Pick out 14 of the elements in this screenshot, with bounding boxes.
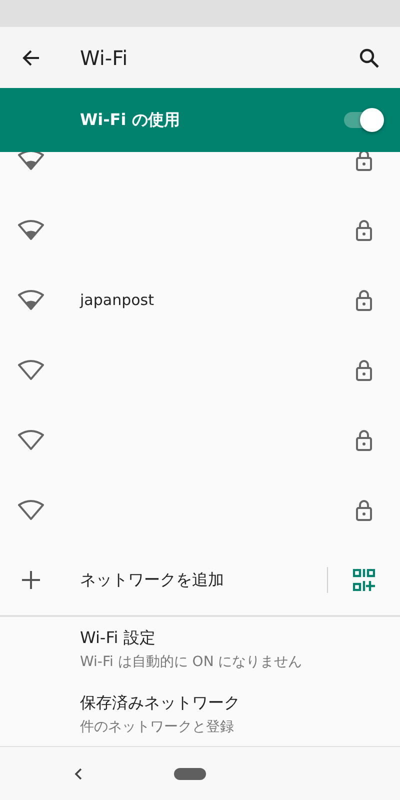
setting-subtitle: Wi-Fi は自動的に ON になりません (80, 653, 304, 671)
switch-label: Wi-Fi の使用 (80, 110, 181, 130)
qr-code-icon (353, 569, 375, 591)
add-network-label[interactable]: ネットワークを追加 (62, 570, 327, 590)
back-arrow-icon (22, 48, 40, 66)
setting-subtitle: 件のネットワークと登録 (80, 718, 235, 736)
home-button[interactable] (174, 768, 206, 780)
screen-title: Wi-Fi (79, 46, 129, 70)
back-chevron-icon (74, 768, 82, 780)
network-name[interactable]: japanpost (62, 291, 328, 309)
setting-title[interactable]: 保存済みネットワーク (80, 693, 400, 714)
plus-icon (22, 571, 40, 589)
setting-title[interactable]: Wi-Fi 設定 (80, 628, 400, 649)
search-icon (359, 48, 379, 68)
